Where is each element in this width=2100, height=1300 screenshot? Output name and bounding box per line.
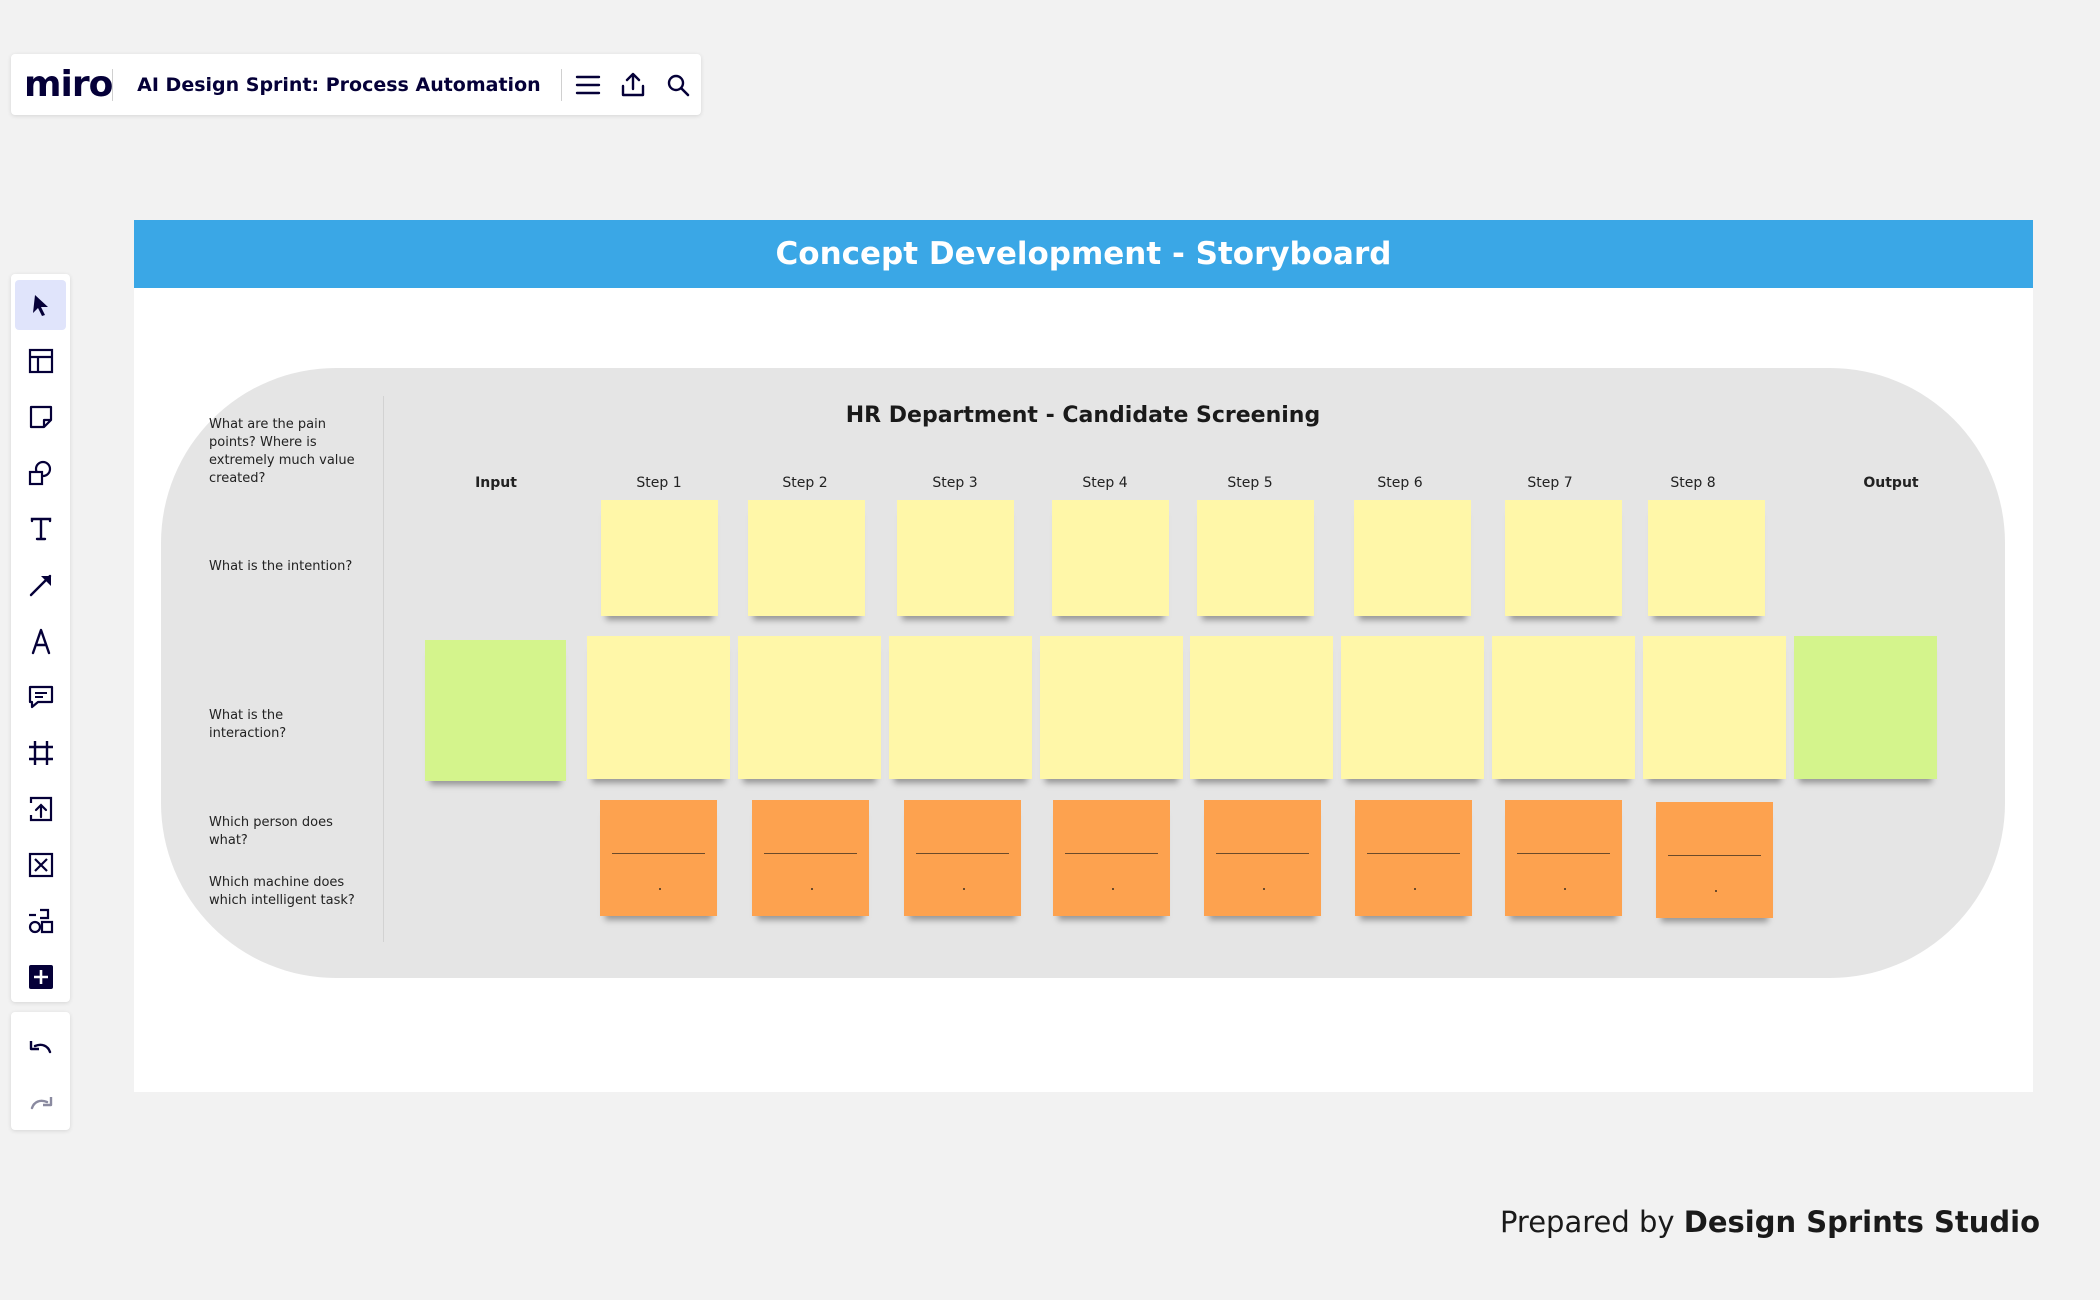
templates-icon[interactable] — [15, 336, 66, 386]
search-icon[interactable] — [656, 65, 701, 105]
sticky-note-person-machine[interactable] — [1053, 800, 1170, 916]
column-header-input[interactable]: Input — [436, 475, 556, 491]
footer-brand: Design Sprints Studio — [1683, 1205, 2040, 1239]
footer-credit: Prepared by Design Sprints Studio — [1500, 1205, 2040, 1239]
redo-icon[interactable] — [15, 1077, 66, 1127]
sticky-note-intention[interactable] — [1052, 500, 1169, 616]
sticky-note-interaction[interactable] — [889, 636, 1032, 779]
column-header-step-6[interactable]: Step 6 — [1340, 475, 1460, 491]
question-pain-points[interactable]: What are the pain points? Where is extre… — [209, 416, 359, 488]
sticky-note-interaction[interactable] — [1643, 636, 1786, 779]
sticky-note-icon[interactable] — [15, 392, 66, 442]
sticky-note-person-machine[interactable] — [1505, 800, 1622, 916]
sticky-note-interaction[interactable] — [738, 636, 881, 779]
pen-icon[interactable] — [15, 616, 66, 666]
more-apps-icon[interactable] — [15, 896, 66, 946]
column-header-step-5[interactable]: Step 5 — [1190, 475, 1310, 491]
sticky-note-person-machine[interactable] — [904, 800, 1021, 916]
history-toolbar — [11, 1012, 70, 1130]
sticky-note-intention[interactable] — [1354, 500, 1471, 616]
sticky-note-person-machine[interactable] — [1204, 800, 1321, 916]
sticky-note-interaction[interactable] — [1492, 636, 1635, 779]
storyboard-panel[interactable]: HR Department - Candidate Screening What… — [161, 368, 2005, 978]
sticky-note-interaction[interactable] — [1190, 636, 1333, 779]
sticky-note-input[interactable] — [425, 640, 566, 781]
question-intention[interactable]: What is the intention? — [209, 558, 359, 576]
question-machine[interactable]: Which machine does which intelligent tas… — [209, 874, 359, 910]
column-header-output[interactable]: Output — [1831, 475, 1951, 491]
upload-icon[interactable] — [15, 784, 66, 834]
sticky-note-intention[interactable] — [1197, 500, 1314, 616]
sticky-note-person-machine[interactable] — [1355, 800, 1472, 916]
question-person[interactable]: Which person does what? — [209, 814, 339, 850]
divider — [112, 68, 114, 101]
shapes-icon[interactable] — [15, 448, 66, 498]
menu-icon[interactable] — [565, 65, 610, 105]
scenario-title[interactable]: HR Department - Candidate Screening — [161, 403, 2005, 428]
text-icon[interactable] — [15, 504, 66, 554]
left-toolbar — [11, 274, 70, 1002]
comment-icon[interactable] — [15, 672, 66, 722]
sticky-note-intention[interactable] — [601, 500, 718, 616]
column-header-step-7[interactable]: Step 7 — [1490, 475, 1610, 491]
select-icon[interactable] — [15, 280, 66, 330]
frame-icon[interactable] — [15, 728, 66, 778]
column-header-step-4[interactable]: Step 4 — [1045, 475, 1165, 491]
sticky-note-intention[interactable] — [897, 500, 1014, 616]
sticky-note-intention[interactable] — [748, 500, 865, 616]
sticky-note-interaction[interactable] — [587, 636, 730, 779]
sticky-note-person-machine[interactable] — [1656, 802, 1773, 918]
top-bar: miro AI Design Sprint: Process Automatio… — [11, 54, 701, 115]
sticky-note-output[interactable] — [1794, 636, 1937, 779]
question-divider — [383, 396, 384, 942]
sticky-note-interaction[interactable] — [1341, 636, 1484, 779]
column-header-step-1[interactable]: Step 1 — [599, 475, 719, 491]
column-header-step-3[interactable]: Step 3 — [895, 475, 1015, 491]
frame-title[interactable]: Concept Development - Storyboard — [776, 236, 1392, 272]
column-header-step-8[interactable]: Step 8 — [1633, 475, 1753, 491]
embed-icon[interactable] — [15, 840, 66, 890]
miro-logo[interactable]: miro — [24, 64, 113, 105]
column-header-step-2[interactable]: Step 2 — [745, 475, 865, 491]
undo-icon[interactable] — [15, 1021, 66, 1071]
sticky-note-person-machine[interactable] — [752, 800, 869, 916]
connection-line-icon[interactable] — [15, 560, 66, 610]
sticky-note-interaction[interactable] — [1040, 636, 1183, 779]
divider — [560, 68, 562, 101]
question-interaction[interactable]: What is the interaction? — [209, 707, 359, 743]
export-icon[interactable] — [611, 65, 656, 105]
footer-prefix: Prepared by — [1499, 1205, 1684, 1239]
frame-header: Concept Development - Storyboard — [134, 220, 2033, 288]
sticky-note-person-machine[interactable] — [600, 800, 717, 916]
sticky-note-intention[interactable] — [1505, 500, 1622, 616]
board-title[interactable]: AI Design Sprint: Process Automation — [137, 74, 541, 96]
add-icon[interactable] — [15, 952, 66, 1002]
sticky-note-intention[interactable] — [1648, 500, 1765, 616]
storyboard-frame[interactable]: Concept Development - Storyboard HR Depa… — [134, 220, 2033, 1092]
